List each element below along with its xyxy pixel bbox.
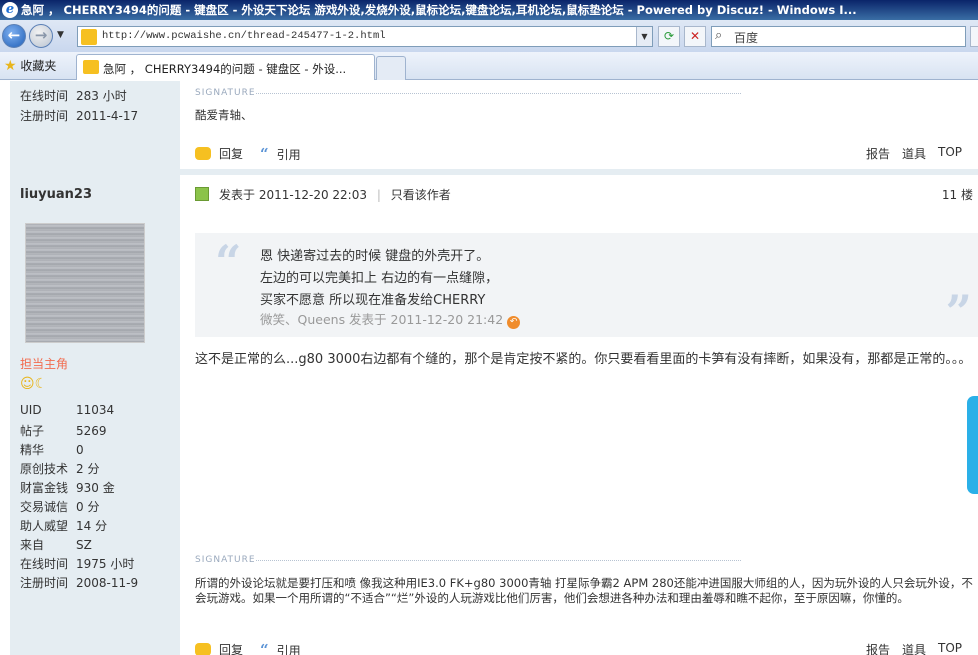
- site-favicon-icon: [81, 29, 97, 45]
- author-rank: 担当主角: [20, 357, 69, 371]
- forward-button[interactable]: →: [29, 24, 53, 48]
- author-stat-value: 1975 小时: [76, 557, 135, 571]
- favorites-button[interactable]: ★ 收藏夹: [4, 57, 56, 75]
- address-dropdown-icon[interactable]: ▼: [636, 27, 652, 46]
- ie-logo-icon: e: [2, 2, 18, 18]
- author-stat-label: 来自: [20, 538, 45, 552]
- author-stat-value: 2 分: [76, 462, 100, 476]
- posted-time: 2011-12-20 22:03: [258, 188, 367, 202]
- author-stat-row: 精华 0: [20, 441, 84, 458]
- address-bar[interactable]: http://www.pcwaishe.cn/thread-245477-1-2…: [77, 26, 653, 47]
- tab-favicon-icon: [83, 60, 99, 74]
- avatar[interactable]: [25, 223, 145, 343]
- signature-divider: [256, 560, 741, 561]
- author-stat-label: 精华: [20, 443, 45, 457]
- online-status-icon: [195, 187, 209, 201]
- signature-text: 所谓的外设论坛就是要打压和喷 像我这种用IE3.0 FK+g80 3000青轴 …: [195, 576, 973, 605]
- post-area: 发表于 2011-12-20 22:03 | 只看该作者 11 楼 “ 恩 快递…: [180, 81, 978, 655]
- signature-label: SIGNATURE: [195, 555, 256, 565]
- quote-button[interactable]: “引用: [260, 641, 301, 655]
- author-stat-row: 交易诚信 0 分: [20, 498, 99, 515]
- search-icon: ⌕: [715, 28, 723, 43]
- author-stat-label: 交易诚信: [20, 500, 69, 514]
- reply-button[interactable]: 回复: [195, 641, 243, 655]
- report-link[interactable]: 报告: [866, 641, 890, 655]
- only-author-link[interactable]: 只看该作者: [391, 188, 451, 202]
- new-tab-button[interactable]: [376, 56, 406, 80]
- post-info: 发表于 2011-12-20 22:03 | 只看该作者: [195, 186, 451, 203]
- author-stat-value: 11034: [76, 403, 115, 417]
- author-stat-label: 注册时间: [20, 576, 69, 590]
- author-stat-value: 0 分: [76, 500, 100, 514]
- author-stat-value: SZ: [76, 538, 92, 552]
- tab-title: 急阿 ， CHERRY3494的问题 - 键盘区 - 外设...: [103, 62, 347, 76]
- close-quote-icon: ”: [945, 285, 972, 339]
- author-stat-row: 帖子 5269: [20, 422, 107, 439]
- quote-block: “ 恩 快递寄过去的时候 键盘的外壳开了。 左边的可以完美扣上 右边的有一点缝隙…: [195, 233, 978, 339]
- favorites-label: 收藏夹: [20, 59, 57, 73]
- quote-icon: “: [260, 641, 269, 655]
- window-title: 急阿 ， CHERRY3494的问题 - 键盘区 - 外设天下论坛 游戏外设,发…: [21, 3, 857, 17]
- window-titlebar: e 急阿 ， CHERRY3494的问题 - 键盘区 - 外设天下论坛 游戏外设,…: [0, 0, 978, 20]
- quote-meta: 微笑、Queens 发表于 2011-12-20 21:42 ↶: [260, 309, 521, 329]
- prev-register-date: 注册时间 2011-4-17: [20, 109, 139, 123]
- quote-line: 恩 快递寄过去的时候 键盘的外壳开了。: [260, 249, 490, 264]
- quote-line: 左边的可以完美扣上 右边的有一点缝隙，: [260, 271, 499, 286]
- search-placeholder: 百度: [734, 31, 759, 45]
- author-stat-row: 助人威望 14 分: [20, 517, 107, 534]
- quote-meta-text: 微笑、Queens 发表于 2011-12-20 21:42: [260, 312, 504, 327]
- author-stat-value: 2008-11-9: [76, 576, 139, 590]
- posted-prefix: 发表于: [219, 188, 256, 202]
- tab-active[interactable]: 急阿 ， CHERRY3494的问题 - 键盘区 - 外设...: [76, 54, 375, 80]
- tools-link[interactable]: 道具: [902, 641, 926, 655]
- author-stat-label: 财富金钱: [20, 481, 69, 495]
- history-dropdown-icon[interactable]: ▼: [57, 30, 67, 40]
- reply-icon: [195, 643, 211, 655]
- author-stat-row: 原创技术 2 分: [20, 460, 99, 477]
- author-stat-value: 0: [76, 443, 84, 457]
- stop-button[interactable]: ✕: [684, 26, 706, 47]
- favorites-star-icon: ★: [4, 58, 17, 74]
- address-url[interactable]: http://www.pcwaishe.cn/thread-245477-1-2…: [102, 30, 386, 42]
- author-stat-value: 14 分: [76, 519, 108, 533]
- author-stat-row: 在线时间 1975 小时: [20, 555, 134, 572]
- address-toolbar: ← → ▼ http://www.pcwaishe.cn/thread-2454…: [0, 20, 978, 52]
- tab-bar: ★ 收藏夹 急阿 ， CHERRY3494的问题 - 键盘区 - 外设...: [0, 52, 978, 80]
- author-stat-label: 在线时间: [20, 557, 69, 571]
- author-stat-row: 注册时间 2008-11-9: [20, 574, 138, 591]
- goto-quoted-icon[interactable]: ↶: [507, 316, 521, 329]
- medal-icon: ☺☾: [20, 376, 48, 392]
- author-stat-label: 助人威望: [20, 519, 69, 533]
- side-share-tab[interactable]: [967, 396, 978, 494]
- author-stat-label: 原创技术: [20, 462, 69, 476]
- post-message: 这不是正常的么...g80 3000右边都有个缝的，那个是肯定按不紧的。你只要看…: [195, 352, 972, 367]
- author-stat-value: 5269: [76, 424, 107, 438]
- floor-number[interactable]: 11 楼: [942, 186, 973, 203]
- top-link[interactable]: TOP: [938, 641, 962, 655]
- search-input[interactable]: ⌕ 百度: [711, 26, 966, 47]
- author-stat-row: 来自 SZ: [20, 536, 92, 553]
- search-button[interactable]: [970, 26, 978, 47]
- author-stat-value: 930 金: [76, 481, 115, 495]
- open-quote-icon: “: [215, 235, 242, 289]
- page-content: 在线时间 283 小时 注册时间 2011-4-17 SIGNATURE 酷爱青轴、…: [0, 81, 978, 655]
- author-stat-label: 帖子: [20, 424, 45, 438]
- author-name[interactable]: liuyuan23: [20, 187, 92, 202]
- prev-online-time: 在线时间 283 小时: [20, 89, 127, 103]
- refresh-button[interactable]: ⟳: [658, 26, 680, 47]
- back-button[interactable]: ←: [2, 24, 26, 48]
- author-stat-row: UID 11034: [20, 403, 114, 417]
- author-stat-label: UID: [20, 403, 42, 417]
- quote-line: 买家不愿意 所以现在准备发给CHERRY: [260, 293, 486, 308]
- author-stat-row: 财富金钱 930 金: [20, 479, 115, 496]
- separator: |: [376, 188, 381, 202]
